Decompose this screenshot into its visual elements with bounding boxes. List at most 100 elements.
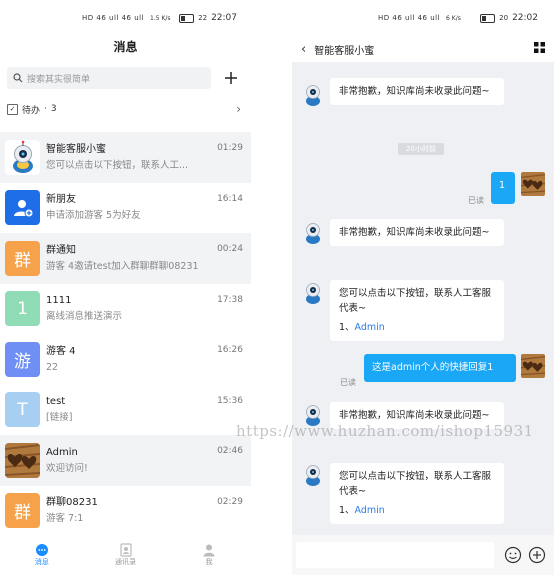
- conversation-time: 00:24: [217, 244, 243, 254]
- add-person-icon: [13, 199, 33, 218]
- status-time: 22:07: [211, 13, 237, 23]
- message-input[interactable]: [296, 542, 494, 568]
- option-link[interactable]: Admin: [355, 322, 385, 333]
- conversation-preview: 离线消息推送演示: [46, 311, 123, 323]
- hearts-icon: [521, 172, 545, 196]
- conversation-item[interactable]: 1 1111 离线消息推送演示 17:38: [0, 284, 251, 335]
- todo-row[interactable]: ✓ 待办 · 3 ›: [0, 90, 251, 122]
- conversation-name: 群聊08231: [46, 497, 98, 509]
- group-avatar: 群: [5, 493, 40, 529]
- conversation-item[interactable]: Admin 欢迎访问! 02:46: [0, 435, 251, 486]
- chat-title: 智能客服小蜜: [314, 45, 375, 57]
- checkbox-icon: ✓: [7, 103, 18, 115]
- my-avatar: [521, 354, 545, 378]
- search-input[interactable]: 搜索其实很简单: [7, 67, 211, 89]
- read-status: 已读: [340, 378, 356, 387]
- todo-count: 3: [50, 104, 57, 114]
- tab-messages[interactable]: 消息: [0, 535, 84, 575]
- tab-label: 消息: [34, 558, 49, 566]
- my-avatar: [521, 172, 545, 196]
- chat-bubble-icon: [35, 544, 48, 556]
- contacts-icon: [119, 543, 132, 557]
- tab-label: 我: [205, 558, 213, 566]
- battery-level: 20: [499, 14, 509, 22]
- robot-icon: [12, 140, 33, 174]
- message-bubble: 非常抱歉，知识库尚未收录此问题~: [330, 78, 504, 105]
- my-message-bubble: 这是admin个人的快捷回复1: [364, 354, 516, 382]
- input-bar: [292, 535, 554, 575]
- conversation-time: 17:38: [217, 294, 243, 305]
- my-message-bubble: 1: [491, 172, 515, 204]
- hearts-icon: [5, 442, 40, 478]
- plus-icon: [225, 72, 237, 84]
- status-bar: HD 46 ull 46 ull 1.5 K/s 22 22:07: [0, 0, 251, 36]
- battery-icon: [480, 13, 496, 23]
- panel-gap: [251, 0, 292, 575]
- conversation-list-screen: HD 46 ull 46 ull 1.5 K/s 22 22:07 消息 搜索其…: [0, 0, 251, 575]
- signal-indicator: HD 46 ull 46 ull: [378, 14, 441, 22]
- admin-avatar: [5, 442, 40, 478]
- option-prefix: 1、: [339, 322, 355, 333]
- conversation-name: Admin: [46, 446, 78, 458]
- back-arrow-icon[interactable]: ‹: [301, 42, 306, 57]
- bot-avatar-icon: [306, 465, 320, 486]
- watermark: https://www.huzhan.com/ishop15931: [236, 422, 534, 440]
- conversation-preview: 22: [46, 361, 59, 373]
- conversation-list: 智能客服小蜜 您可以点击以下按钮，联系人工... 01:29 新朋友 申请添加游…: [0, 132, 251, 536]
- conversation-preview: 您可以点击以下按钮，联系人工...: [46, 159, 189, 171]
- conversation-item[interactable]: T test [链接] 15:36: [0, 385, 251, 436]
- conversation-item[interactable]: 群 群聊08231 游客 7:1 02:29: [0, 486, 251, 537]
- bot-avatar: [5, 139, 40, 175]
- user-avatar: 1: [5, 291, 40, 327]
- network-speed: 1.5 K/s: [150, 14, 171, 22]
- message-text: 您可以点击以下按钮，联系人工客服代表~: [339, 471, 492, 497]
- grid-menu-icon[interactable]: [534, 42, 545, 56]
- chat-screen: HD 46 ull 46 ull 6 K/s 20 22:02 ‹ 智能客服小蜜…: [292, 0, 554, 575]
- chevron-right-icon: ›: [236, 102, 241, 116]
- conversation-item[interactable]: 智能客服小蜜 您可以点击以下按钮，联系人工... 01:29: [0, 132, 251, 183]
- conversation-time: 16:14: [217, 193, 243, 204]
- conversation-name: 群通知: [46, 244, 76, 256]
- message-list: 非常抱歉，知识库尚未收录此问题~ 20小时前 已读 1 非常抱歉，知识库尚未收录…: [292, 62, 554, 535]
- chat-header: ‹ 智能客服小蜜: [292, 36, 554, 62]
- conversation-name: 游客 4: [46, 345, 76, 357]
- user-avatar: T: [5, 392, 40, 428]
- network-speed: 6 K/s: [446, 14, 461, 22]
- conversation-time: 02:46: [217, 446, 243, 456]
- option-prefix: 1、: [339, 505, 355, 516]
- plus-circle-icon[interactable]: [528, 546, 546, 564]
- tab-contacts[interactable]: 通讯录: [84, 535, 168, 575]
- tab-label: 通讯录: [115, 558, 136, 566]
- search-icon: [13, 73, 23, 83]
- person-icon: [203, 544, 215, 557]
- conversation-name: 新朋友: [46, 194, 76, 206]
- search-placeholder: 搜索其实很简单: [27, 74, 91, 85]
- page-title: 消息: [113, 40, 138, 54]
- new-friend-avatar: [5, 190, 40, 226]
- battery-icon: [179, 13, 195, 23]
- time-divider: 20小时前: [398, 143, 444, 155]
- emoji-icon[interactable]: [504, 546, 522, 564]
- bottom-tab-bar: 消息 通讯录 我: [0, 535, 251, 575]
- conversation-item[interactable]: 新朋友 申请添加游客 5为好友 16:14: [0, 183, 251, 234]
- add-button[interactable]: [219, 66, 243, 90]
- conversation-name: 智能客服小蜜: [46, 143, 106, 155]
- conversation-time: 02:29: [217, 496, 243, 507]
- option-link[interactable]: Admin: [355, 505, 385, 516]
- conversation-preview: [链接]: [46, 412, 73, 424]
- message-bubble: 您可以点击以下按钮，联系人工客服代表~ 1、Admin: [330, 280, 504, 341]
- conversation-preview: 申请添加游客 5为好友: [46, 210, 141, 222]
- bot-avatar-icon: [306, 283, 320, 304]
- message-bubble: 您可以点击以下按钮，联系人工客服代表~ 1、Admin: [330, 463, 504, 524]
- tab-me[interactable]: 我: [167, 535, 251, 575]
- conversation-item[interactable]: 群 群通知 游客 4邀请test加入群聊群聊08231 00:24: [0, 233, 251, 284]
- conversation-item[interactable]: 游 游客 4 22 16:26: [0, 334, 251, 385]
- bot-avatar-icon: [306, 223, 320, 244]
- status-bar: HD 46 ull 46 ull 6 K/s 20 22:02: [292, 0, 554, 36]
- conversation-preview: 欢迎访问!: [46, 462, 88, 474]
- conversation-time: 15:36: [217, 395, 243, 406]
- signal-indicator: HD 46 ull 46 ull: [82, 14, 145, 22]
- group-avatar: 群: [5, 240, 40, 276]
- message-bubble: 非常抱歉，知识库尚未收录此问题~: [330, 219, 504, 246]
- message-text: 您可以点击以下按钮，联系人工客服代表~: [339, 288, 492, 314]
